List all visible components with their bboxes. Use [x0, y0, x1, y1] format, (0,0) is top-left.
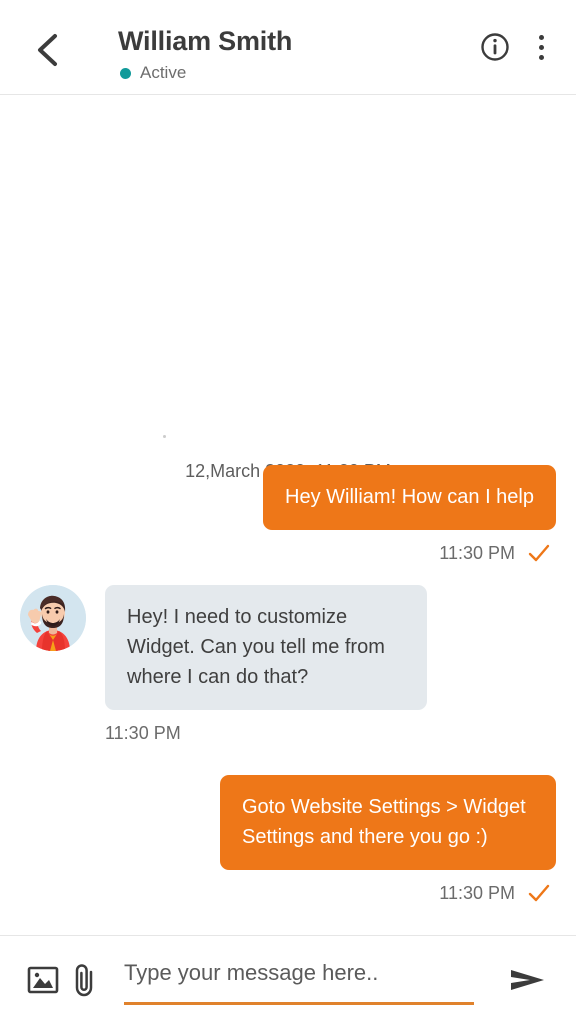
- kebab-dot-icon: [538, 54, 544, 60]
- avatar: [20, 585, 86, 651]
- message-row-outgoing: Goto Website Settings > Widget Settings …: [0, 775, 576, 904]
- kebab-dot-icon: [538, 34, 544, 40]
- message-time: 11:30 PM: [439, 543, 515, 563]
- message-row-outgoing: Hey William! How can I help 11:30 PM: [0, 465, 576, 564]
- message-input[interactable]: [124, 959, 488, 1001]
- message-list[interactable]: 12,March 2020, 11:30 PM Hey William! How…: [0, 95, 576, 935]
- presence-label: Active: [140, 63, 187, 82]
- message-meta: 11:30 PM: [105, 722, 181, 744]
- contact-name: William Smith: [118, 26, 293, 56]
- message-row-incoming: Hey! I need to customize Widget. Can you…: [0, 585, 576, 744]
- send-button[interactable]: [502, 954, 554, 1006]
- message-composer: [0, 935, 576, 1024]
- header-actions: [478, 30, 554, 64]
- message-bubble[interactable]: Goto Website Settings > Widget Settings …: [220, 775, 556, 870]
- kebab-dot-icon: [538, 44, 544, 50]
- message-meta: 11:30 PM: [439, 542, 550, 564]
- check-icon: [528, 884, 550, 902]
- info-circle-icon: [481, 33, 509, 61]
- attach-image-button[interactable]: [22, 959, 64, 1001]
- presence-dot-icon: [120, 67, 131, 79]
- overflow-menu-button[interactable]: [528, 32, 554, 62]
- image-icon: [27, 966, 59, 994]
- stray-dot-artifact: [163, 435, 166, 438]
- attach-file-button[interactable]: [64, 959, 106, 1001]
- back-button[interactable]: [28, 30, 68, 70]
- send-icon: [511, 970, 544, 990]
- info-button[interactable]: [478, 30, 512, 64]
- message-bubble[interactable]: Hey! I need to customize Widget. Can you…: [105, 585, 427, 710]
- presence-status: Active: [118, 63, 292, 83]
- check-icon: [528, 544, 550, 562]
- paperclip-icon: [75, 964, 93, 997]
- chat-header: William Smith Active: [0, 0, 576, 95]
- chevron-left-icon: [38, 34, 57, 66]
- message-meta: 11:30 PM: [439, 882, 550, 904]
- message-input-wrapper: [124, 949, 488, 1011]
- input-underline: [124, 1002, 474, 1005]
- incoming-bubble-line: Hey! I need to customize Widget. Can you…: [20, 585, 427, 710]
- header-title-block: William Smith Active: [118, 24, 292, 83]
- user-avatar-illustration: [20, 585, 86, 651]
- message-time: 11:30 PM: [105, 723, 181, 743]
- chat-screen: William Smith Active 12,March Hey Willia…: [0, 0, 576, 1024]
- message-time: 11:30 PM: [439, 883, 515, 903]
- message-bubble[interactable]: Hey William! How can I help: [263, 465, 556, 530]
